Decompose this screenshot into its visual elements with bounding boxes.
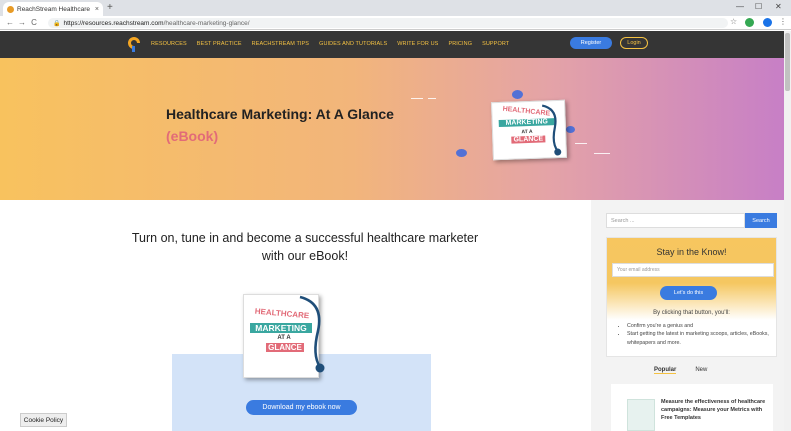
hero-ebook-cover: HEALTHCARE MARKETING AT A GLANCE — [491, 99, 567, 161]
decor-dash — [594, 153, 610, 154]
list-item: Start getting the latest in marketing sc… — [627, 330, 771, 347]
main-ebook-cover: HEALTHCARE MARKETING AT A GLANCE — [243, 294, 325, 378]
ebook-word-at-a: AT A — [277, 335, 291, 341]
reload-icon[interactable]: C — [28, 18, 40, 27]
register-button[interactable]: Register — [570, 37, 612, 49]
newsletter-title: Stay in the Know! — [656, 247, 727, 257]
stethoscope-icon — [541, 104, 562, 156]
download-ebook-button[interactable]: Download my ebook now — [246, 400, 357, 415]
reachstream-logo-icon[interactable] — [127, 36, 141, 53]
menu-kebab-icon[interactable]: ⋮ — [779, 17, 787, 27]
close-window-icon[interactable]: ✕ — [775, 2, 782, 11]
nav-link-pricing[interactable]: PRICING — [448, 41, 472, 47]
address-bar-row: ← → C 🔒 https://resources.reachstream.co… — [0, 16, 791, 30]
lock-icon: 🔒 — [53, 20, 61, 27]
url-text: https://resources.reachstream.com/health… — [63, 19, 250, 27]
newsletter-widget: Stay in the Know! Your email address Let… — [606, 237, 777, 357]
back-icon[interactable]: ← — [4, 18, 16, 27]
minimize-icon[interactable]: — — [736, 2, 744, 11]
cookie-policy-button[interactable]: Cookie Policy — [20, 413, 67, 427]
search-button[interactable]: Search — [745, 213, 777, 228]
site-navbar: RESOURCES BEST PRACTICE REACHSTREAM TIPS… — [0, 31, 784, 58]
profile-avatar-icon[interactable] — [763, 18, 772, 27]
bookmark-star-icon[interactable]: ☆ — [730, 18, 738, 26]
tab-title: ReachStream Healthcare Marketi — [17, 5, 92, 13]
post-card[interactable]: Measure the effectiveness of healthcare … — [611, 384, 773, 431]
nav-link-guides[interactable]: GUIDES AND TUTORIALS — [319, 41, 387, 47]
subscribe-button[interactable]: Let's do this — [660, 286, 717, 300]
newsletter-benefits: Confirm you're a genius and Start gettin… — [621, 322, 771, 347]
list-item: Confirm you're a genius and — [627, 322, 771, 330]
stethoscope-icon — [299, 295, 325, 373]
new-tab-button[interactable]: + — [107, 2, 113, 14]
nav-link-reachstream-tips[interactable]: REACHSTREAM TIPS — [252, 41, 309, 47]
post-thumbnail[interactable] — [627, 399, 655, 431]
search-input[interactable]: Search ... — [606, 213, 745, 228]
page-subtitle: (eBook) — [166, 128, 219, 144]
browser-tab-bar: ReachStream Healthcare Marketi × + — ☐ ✕ — [0, 0, 791, 16]
login-button[interactable]: Login — [620, 37, 648, 49]
browser-tab[interactable]: ReachStream Healthcare Marketi × — [3, 2, 103, 16]
post-tabs: Popular New — [654, 367, 707, 374]
nav-link-support[interactable]: SUPPORT — [482, 41, 509, 47]
page-title: Healthcare Marketing: At A Glance — [166, 106, 394, 122]
nav-link-best-practice[interactable]: BEST PRACTICE — [197, 41, 242, 47]
decor-dash — [411, 98, 423, 99]
extension-icon[interactable] — [745, 18, 754, 27]
ebook-word-at-a: AT A — [521, 128, 533, 136]
scrollbar-thumb[interactable] — [785, 33, 790, 91]
hero-banner — [0, 58, 784, 200]
newsletter-note: By clicking that button, you'll: — [653, 310, 730, 316]
decor-blob — [456, 149, 467, 157]
tab-close-icon[interactable]: × — [95, 6, 99, 13]
tab-new[interactable]: New — [695, 367, 707, 374]
post-title[interactable]: Measure the effectiveness of healthcare … — [661, 398, 771, 422]
email-field[interactable]: Your email address — [612, 263, 774, 277]
tab-popular[interactable]: Popular — [654, 367, 677, 374]
maximize-icon[interactable]: ☐ — [755, 2, 762, 11]
page-scrollbar[interactable] — [784, 31, 791, 431]
nav-link-write-for-us[interactable]: WRITE FOR US — [397, 41, 438, 47]
decor-dash — [575, 143, 587, 144]
decor-blob — [566, 126, 575, 133]
forward-icon[interactable]: → — [16, 18, 28, 27]
url-field[interactable]: 🔒 https://resources.reachstream.com/heal… — [48, 18, 728, 28]
decor-blob — [512, 90, 523, 99]
decor-dash — [428, 98, 436, 99]
favicon-icon — [7, 5, 14, 13]
nav-link-resources[interactable]: RESOURCES — [151, 41, 187, 47]
nav-links: RESOURCES BEST PRACTICE REACHSTREAM TIPS… — [151, 41, 509, 47]
lead-text: Turn on, tune in and become a successful… — [131, 231, 479, 263]
